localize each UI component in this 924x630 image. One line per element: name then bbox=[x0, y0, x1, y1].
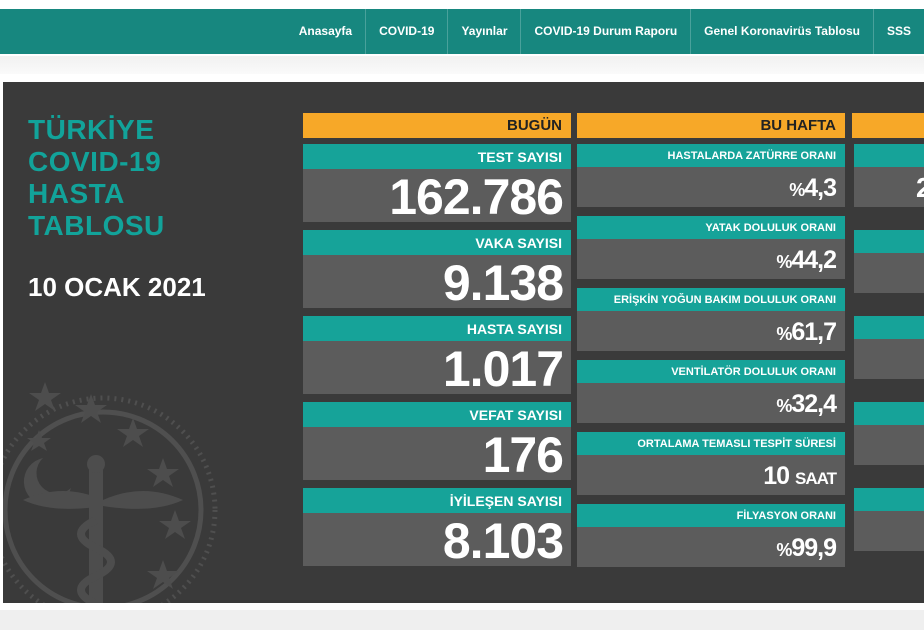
stat-value bbox=[854, 339, 924, 379]
stat-label: ERİŞKİN YOĞUN BAKIM DOLULUK ORANI bbox=[577, 288, 845, 311]
percent-sign: % bbox=[776, 252, 792, 272]
stat-number: 61,7 bbox=[791, 318, 837, 346]
stat-value: %61,7 bbox=[577, 311, 845, 351]
page-title: TÜRKİYE COVID-19 HASTA TABLOSU bbox=[28, 114, 278, 242]
ministry-emblem-icon bbox=[3, 382, 218, 603]
nav-faq[interactable]: SSS bbox=[872, 9, 924, 54]
stat-number: 44,2 bbox=[791, 246, 837, 274]
stat-label bbox=[854, 402, 924, 425]
stat-number: 10 bbox=[763, 462, 790, 490]
stat-value: 9.138 bbox=[303, 255, 571, 311]
nav-general-table[interactable]: Genel Koronavirüs Tablosu bbox=[690, 9, 873, 54]
title-line: COVID-19 bbox=[28, 146, 162, 177]
percent-sign: % bbox=[776, 324, 792, 344]
stat-value bbox=[854, 253, 924, 293]
stat-label: HASTALARDA ZATÜRRE ORANI bbox=[577, 144, 845, 167]
stat-label: VENTİLATÖR DOLULUK ORANI bbox=[577, 360, 845, 383]
today-stat-deaths: VEFAT SAYISI 176 bbox=[303, 402, 571, 483]
stat-number: 32,4 bbox=[791, 390, 837, 418]
stat-label: ORTALAMA TEMASLI TESPİT SÜRESİ bbox=[577, 432, 845, 455]
nav-publications[interactable]: Yayınlar bbox=[447, 9, 520, 54]
stat-number: 4,3 bbox=[804, 174, 837, 202]
stat-label bbox=[854, 316, 924, 339]
third-column-card bbox=[854, 402, 924, 465]
today-stat-patients: HASTA SAYISI 1.017 bbox=[303, 316, 571, 397]
stat-value: %32,4 bbox=[577, 383, 845, 423]
main-nav: Anasayfa COVID-19 Yayınlar COVID-19 Duru… bbox=[286, 9, 924, 54]
third-column-card bbox=[854, 316, 924, 379]
stat-label bbox=[854, 488, 924, 511]
title-line: TABLOSU bbox=[28, 210, 165, 241]
stat-value bbox=[854, 511, 924, 551]
percent-sign: % bbox=[789, 180, 805, 200]
stat-value: %44,2 bbox=[577, 239, 845, 279]
third-column-card: 2 bbox=[854, 144, 924, 207]
today-stat-cases: VAKA SAYISI 9.138 bbox=[303, 230, 571, 311]
week-stat-pneumonia: HASTALARDA ZATÜRRE ORANI %4,3 bbox=[577, 144, 845, 207]
percent-sign: % bbox=[776, 396, 792, 416]
stat-value: %99,9 bbox=[577, 527, 845, 567]
stat-unit: SAAT bbox=[794, 469, 837, 488]
stat-value bbox=[854, 425, 924, 465]
week-stat-contact-tracing: ORTALAMA TEMASLI TESPİT SÜRESİ 10 SAAT bbox=[577, 432, 845, 495]
stat-label: HASTA SAYISI bbox=[303, 316, 571, 341]
stat-label bbox=[854, 144, 924, 167]
week-column-header: BU HAFTA bbox=[577, 113, 845, 138]
stat-label: FİLYASYON ORANI bbox=[577, 504, 845, 527]
covid-dashboard-panel: TÜRKİYE COVID-19 HASTA TABLOSU 10 OCAK 2… bbox=[3, 82, 924, 603]
today-stat-test: TEST SAYISI 162.786 bbox=[303, 144, 571, 225]
report-date: 10 OCAK 2021 bbox=[28, 272, 206, 302]
stat-label: VEFAT SAYISI bbox=[303, 402, 571, 427]
top-navigation-bar: Anasayfa COVID-19 Yayınlar COVID-19 Duru… bbox=[0, 9, 924, 54]
stat-value: 176 bbox=[303, 427, 571, 483]
stat-value: 162.786 bbox=[303, 169, 571, 225]
stat-value: 2 bbox=[854, 167, 924, 207]
title-line: HASTA bbox=[28, 178, 125, 209]
nav-covid19[interactable]: COVID-19 bbox=[365, 9, 447, 54]
week-stat-icu-occupancy: ERİŞKİN YOĞUN BAKIM DOLULUK ORANI %61,7 bbox=[577, 288, 845, 351]
stat-value: 8.103 bbox=[303, 513, 571, 569]
third-column-card bbox=[854, 488, 924, 551]
percent-sign: % bbox=[776, 540, 792, 560]
third-column-card bbox=[854, 230, 924, 293]
nav-home[interactable]: Anasayfa bbox=[286, 9, 365, 54]
stat-label: YATAK DOLULUK ORANI bbox=[577, 216, 845, 239]
today-column-header: BUGÜN bbox=[303, 113, 571, 138]
title-line: TÜRKİYE bbox=[28, 114, 155, 145]
stat-value: 10 SAAT bbox=[577, 455, 845, 495]
week-stat-filiation: FİLYASYON ORANI %99,9 bbox=[577, 504, 845, 567]
stat-number: 99,9 bbox=[791, 534, 837, 562]
stat-label: İYİLEŞEN SAYISI bbox=[303, 488, 571, 513]
footer-strip bbox=[0, 610, 924, 630]
stat-label: VAKA SAYISI bbox=[303, 230, 571, 255]
stat-label: TEST SAYISI bbox=[303, 144, 571, 169]
week-stat-bed-occupancy: YATAK DOLULUK ORANI %44,2 bbox=[577, 216, 845, 279]
stat-label bbox=[854, 230, 924, 253]
third-column-header bbox=[852, 113, 924, 138]
stat-value: %4,3 bbox=[577, 167, 845, 207]
header-shadow-strip bbox=[0, 56, 924, 74]
nav-status-report[interactable]: COVID-19 Durum Raporu bbox=[520, 9, 690, 54]
stat-value: 1.017 bbox=[303, 341, 571, 397]
today-stat-recovered: İYİLEŞEN SAYISI 8.103 bbox=[303, 488, 571, 569]
week-stat-ventilator: VENTİLATÖR DOLULUK ORANI %32,4 bbox=[577, 360, 845, 423]
